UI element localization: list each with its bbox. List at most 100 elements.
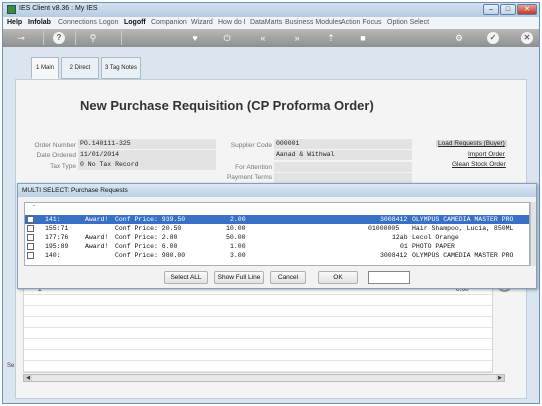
request-id: 141: <box>45 216 61 223</box>
date-ordered-label: Date Ordered <box>36 152 76 159</box>
maximize-button[interactable]: □ <box>500 4 516 15</box>
upload-icon[interactable]: ⇡ <box>325 32 337 44</box>
app-window: IES Client v8.36 : My IES – □ ✕ Help Inf… <box>2 2 540 404</box>
row-checkbox[interactable] <box>27 216 34 223</box>
request-id: 140: <box>45 252 61 259</box>
key-icon[interactable]: ⊸ <box>11 32 31 44</box>
table-row[interactable] <box>24 317 494 328</box>
help-icon[interactable]: ? <box>53 32 65 44</box>
list-header: - <box>33 203 35 209</box>
tax-type-label: Tax Type <box>50 163 76 170</box>
for-attention-field[interactable] <box>274 162 412 172</box>
search-icon[interactable]: ⚲ <box>87 32 99 44</box>
menu-business-modules[interactable]: Business Modules <box>285 19 342 26</box>
settings-icon[interactable]: ⚙ <box>453 32 465 44</box>
payment-terms-field[interactable] <box>274 173 412 183</box>
import-order-link[interactable]: Import Order <box>468 151 505 158</box>
menu-option-select[interactable]: Option Select <box>387 19 429 26</box>
date-ordered-field[interactable]: 11/01/2014 <box>78 150 216 160</box>
row-checkbox[interactable] <box>27 243 34 250</box>
order-number-field[interactable]: PO.140111-325 <box>78 139 216 149</box>
row-checkbox[interactable] <box>27 252 34 259</box>
tab-tag-notes[interactable]: 3 Tag Notes <box>101 57 141 79</box>
supplier-name-field[interactable]: Aanad & Withwal <box>274 150 412 160</box>
quantity: 50.00 <box>226 234 246 241</box>
menu-logon[interactable]: Logon <box>99 19 118 26</box>
item-code: 12ab <box>392 234 408 241</box>
request-id: 177:76 <box>45 234 69 241</box>
menu-datamarts[interactable]: DataMarts <box>250 19 282 26</box>
cancel-button[interactable]: Cancel <box>270 271 306 284</box>
show-full-line-button[interactable]: Show Full Line <box>214 271 264 284</box>
rewind-icon[interactable]: « <box>257 32 269 44</box>
request-id: 195:89 <box>45 243 69 250</box>
heart-icon[interactable]: ♥ <box>189 32 201 44</box>
multi-select-dialog: MULTI SELECT: Purchase Requests - 141: A… <box>17 183 537 289</box>
list-scrollbar[interactable] <box>530 202 536 266</box>
list-item[interactable]: 155:71 Conf Price: 20.50 10.00 01000005 … <box>25 224 529 233</box>
award-tag: Award! <box>85 243 109 250</box>
scroll-right-icon[interactable]: ▶ <box>496 375 504 381</box>
power-icon[interactable]: ⏻ <box>221 32 233 44</box>
glean-stock-order-link[interactable]: Glean Stock Order <box>452 161 506 168</box>
dialog-input-field[interactable] <box>368 271 410 284</box>
tax-type-field[interactable]: 0 No Tax Record <box>78 160 216 170</box>
load-requests-link[interactable]: Load Requests (Buyer) <box>436 140 507 147</box>
request-id: 155:71 <box>45 225 69 232</box>
table-row[interactable] <box>24 350 494 361</box>
quantity: 1.00 <box>230 243 246 250</box>
award-tag: Award! <box>85 234 109 241</box>
menu-companion[interactable]: Companion <box>151 19 187 26</box>
list-item[interactable]: 195:89 Award! Conf Price: 6.00 1.00 01 P… <box>25 242 529 251</box>
list-item[interactable]: 141: Award! Conf Price: 939.50 2.00 3008… <box>25 215 529 224</box>
row-checkbox[interactable] <box>27 225 34 232</box>
list-item[interactable]: 140: Conf Price: 980.00 3.00 3008412 OLY… <box>25 251 529 260</box>
menu-action-focus[interactable]: Action Focus <box>341 19 381 26</box>
select-all-button[interactable]: Select ALL <box>164 271 208 284</box>
table-row[interactable] <box>24 328 494 339</box>
dialog-title: MULTI SELECT: Purchase Requests <box>18 184 536 197</box>
check-icon[interactable]: ✓ <box>487 32 499 44</box>
scroll-left-icon[interactable]: ◀ <box>24 375 32 381</box>
table-row[interactable] <box>24 306 494 317</box>
stop-icon[interactable]: ■ <box>357 32 369 44</box>
table-row[interactable] <box>24 339 494 350</box>
quantity: 2.00 <box>230 216 246 223</box>
order-number-label: Order Number <box>34 142 76 149</box>
menu-help[interactable]: Help <box>7 19 22 26</box>
table-row[interactable] <box>24 295 494 306</box>
purchase-requests-list: - 141: Award! Conf Price: 939.50 2.00 30… <box>24 202 530 266</box>
horizontal-scrollbar[interactable]: ◀ ▶ <box>23 374 505 382</box>
table-row[interactable] <box>24 361 494 372</box>
minimize-button[interactable]: – <box>483 4 499 15</box>
quantity: 3.00 <box>230 252 246 259</box>
conf-price: Conf Price: 2.80 <box>115 234 178 241</box>
item-code: 3008412 <box>380 252 408 259</box>
close-window-button[interactable]: ✕ <box>517 4 537 15</box>
item-code: 01000005 <box>368 225 400 232</box>
supplier-code-field[interactable]: 000001 <box>274 139 412 149</box>
menu-wizard[interactable]: Wizard <box>191 19 213 26</box>
tab-direct-items[interactable]: 2 Direct Items <box>61 57 99 91</box>
item-description: OLYMPUS CAMEDIA MASTER PRO <box>412 252 514 259</box>
quantity: 10.00 <box>226 225 246 232</box>
list-item[interactable]: 177:76 Award! Conf Price: 2.80 50.00 12a… <box>25 233 529 242</box>
page-title: New Purchase Requisition (CP Proforma Or… <box>80 98 374 113</box>
menu-bar: Help Infolab Connections Logon Logoff Co… <box>3 17 539 29</box>
conf-price: Conf Price: 20.50 <box>115 225 182 232</box>
item-description: Hair Shampoo, Lucia, 850ML <box>412 225 514 232</box>
row-checkbox[interactable] <box>27 234 34 241</box>
item-description: Lecol Orange <box>412 234 459 241</box>
ok-button[interactable]: OK <box>318 271 358 284</box>
for-attention-label: For Attention <box>235 164 272 171</box>
title-bar: IES Client v8.36 : My IES – □ ✕ <box>3 3 539 17</box>
close-icon[interactable]: ✕ <box>521 32 533 44</box>
item-description: OLYMPUS CAMEDIA MASTER PRO <box>412 216 514 223</box>
menu-connections[interactable]: Connections <box>58 19 97 26</box>
menu-logoff[interactable]: Logoff <box>124 19 146 26</box>
payment-terms-label: Payment Terms <box>226 174 272 181</box>
menu-infolab[interactable]: Infolab <box>28 19 51 26</box>
fast-forward-icon[interactable]: » <box>291 32 303 44</box>
tab-main[interactable]: 1 Main <box>31 57 59 79</box>
menu-how-do-i[interactable]: How do I <box>218 19 246 26</box>
